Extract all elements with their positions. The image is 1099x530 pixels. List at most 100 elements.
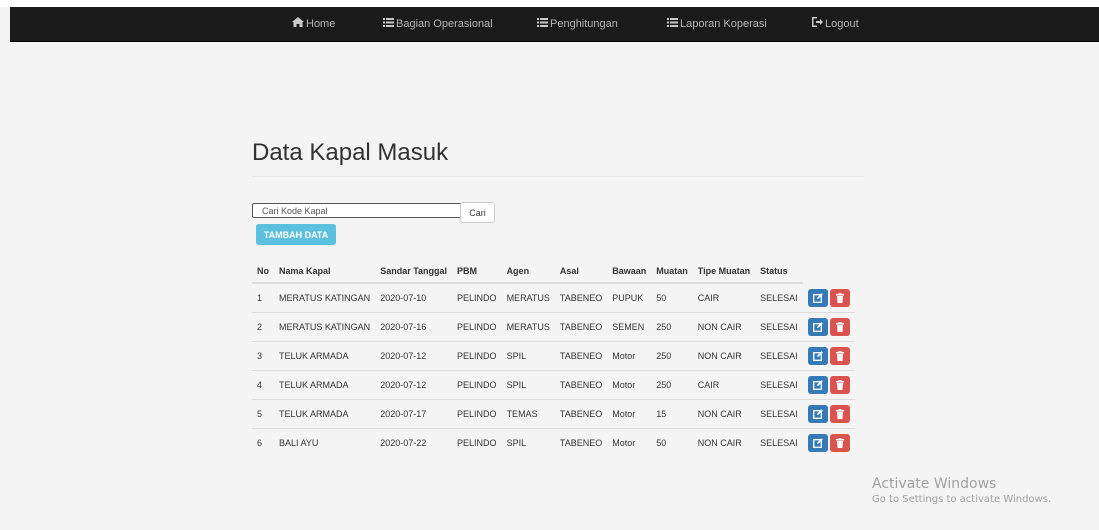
table-cell: SEMEN [607, 312, 652, 342]
edit-icon [812, 292, 823, 303]
column-header: Agen [501, 259, 555, 284]
column-header: Bawaan [607, 259, 652, 284]
table-cell: 2020-07-12 [375, 341, 453, 371]
trash-icon [835, 322, 844, 332]
title-divider [252, 176, 864, 177]
delete-button[interactable] [829, 376, 850, 394]
top-navbar: Home Bagian Operasional Penghitungan Lap… [10, 7, 1099, 42]
table-cell: SPIL [501, 428, 555, 457]
table-cell: 5 [252, 399, 274, 429]
table-cell: 50 [656, 293, 667, 303]
table-cell: SPIL [501, 370, 555, 400]
list-icon [667, 7, 678, 41]
column-header: Status [755, 259, 803, 284]
table-cell: PELINDO [452, 428, 502, 457]
edit-icon [812, 409, 823, 419]
list-icon [383, 7, 394, 41]
row-actions [802, 312, 855, 342]
table-cell: 2020-07-10 [380, 293, 427, 303]
row-actions [802, 341, 855, 371]
list-icon [537, 7, 548, 41]
nav-laporan-koperasi-label: Laporan Koperasi [680, 18, 767, 31]
table-cell: PUPUK [612, 293, 644, 303]
trash-icon [835, 438, 844, 448]
table-cell: NON CAIR [692, 312, 756, 342]
table-cell: SELESAI [755, 341, 803, 371]
search-button[interactable]: Cari [460, 202, 495, 223]
table-cell: SELESAI [755, 399, 803, 429]
nav-bagian-operasional[interactable]: Bagian Operasional [383, 7, 493, 41]
table-cell: 2020-07-12 [375, 370, 453, 400]
row-actions [802, 399, 855, 429]
delete-button[interactable] [829, 347, 850, 365]
column-header: Muatan [651, 259, 693, 284]
edit-button[interactable] [807, 434, 828, 452]
edit-button[interactable] [807, 376, 828, 394]
table-cell: TABENEO [554, 399, 608, 429]
table-row: 4 TELUK ARMADA 2020-07-12 PELINDO SPIL TABENE… [252, 370, 855, 400]
column-header: Sandar Tanggal [375, 259, 453, 284]
nav-bagian-operasional-label: Bagian Operasional [396, 18, 493, 31]
table-cell: 250 [651, 341, 693, 371]
table-cell: TABENEO [554, 312, 608, 342]
table-cell: NON CAIR [692, 428, 756, 457]
edit-icon [812, 380, 823, 390]
watermark-title: Activate Windows [872, 476, 997, 492]
table-cell: 2020-07-22 [375, 428, 453, 457]
edit-button[interactable] [807, 288, 828, 307]
nav-penghitungan[interactable]: Penghitungan [537, 7, 618, 41]
table-cell: Motor [607, 399, 652, 429]
delete-button[interactable] [829, 434, 850, 452]
nav-laporan-koperasi[interactable]: Laporan Koperasi [667, 7, 767, 41]
table-cell: SELESAI [755, 370, 803, 400]
nav-home[interactable]: Home [292, 7, 335, 41]
table-cell: TABENEO [554, 428, 608, 457]
row-actions [802, 428, 855, 457]
table-cell: NON CAIR [692, 399, 756, 429]
table-row: 1 MERATUS KATINGAN 2020-07-10 PELINDO MERATU… [252, 283, 855, 313]
edit-button[interactable] [807, 405, 828, 423]
table-cell: NON CAIR [692, 341, 756, 371]
edit-icon [812, 322, 823, 332]
add-data-button[interactable]: TAMBAH DATA [256, 224, 336, 245]
column-header: No [252, 259, 274, 284]
nav-penghitungan-label: Penghitungan [550, 18, 618, 31]
delete-button[interactable] [829, 318, 850, 336]
table-cell: 250 [651, 312, 693, 342]
column-header: Tipe Muatan [692, 259, 756, 284]
table-cell: PELINDO [452, 312, 502, 342]
watermark-subtitle: Go to Settings to activate Windows. [872, 494, 1052, 505]
table-cell: 2020-07-17 [375, 399, 453, 429]
table-cell: BALI AYU [274, 428, 376, 457]
table-cell: PELINDO [452, 399, 502, 429]
search-input[interactable] [252, 203, 467, 218]
logout-icon [812, 7, 823, 41]
ships-table: No Nama Kapal Sandar Tanggal PBM Agen As… [252, 259, 855, 457]
table-cell: MERATUS [506, 293, 550, 303]
table-cell: 15 [651, 399, 693, 429]
delete-button[interactable] [829, 405, 850, 423]
table-cell: 6 [252, 428, 274, 457]
table-cell: 1 [257, 293, 263, 303]
table-cell: TABENEO [559, 293, 603, 303]
row-actions [802, 370, 855, 400]
column-header: Nama Kapal [274, 259, 376, 284]
table-cell: PELINDO [452, 370, 502, 400]
table-cell: SELESAI [755, 428, 803, 457]
nav-logout[interactable]: Logout [812, 7, 859, 41]
trash-icon [835, 380, 844, 390]
table-cell: 2020-07-16 [375, 312, 453, 342]
table-row: 5 TELUK ARMADA 2020-07-17 PELINDO TEMAS TABEN… [252, 399, 855, 429]
actions-header [803, 259, 855, 283]
table-cell: SELESAI [755, 312, 803, 342]
table-cell: MERATUS KATINGAN [274, 312, 376, 342]
edit-button[interactable] [807, 318, 828, 336]
column-header: PBM [452, 259, 502, 284]
delete-button[interactable] [829, 288, 850, 307]
windows-activation-watermark: Activate Windows Go to Settings to activ… [872, 476, 1051, 505]
table-cell: MERATUS [501, 312, 555, 342]
edit-button[interactable] [807, 347, 828, 365]
table-cell: 2 [252, 312, 274, 342]
table-cell: SPIL [501, 341, 555, 371]
table-cell: TABENEO [554, 370, 608, 400]
